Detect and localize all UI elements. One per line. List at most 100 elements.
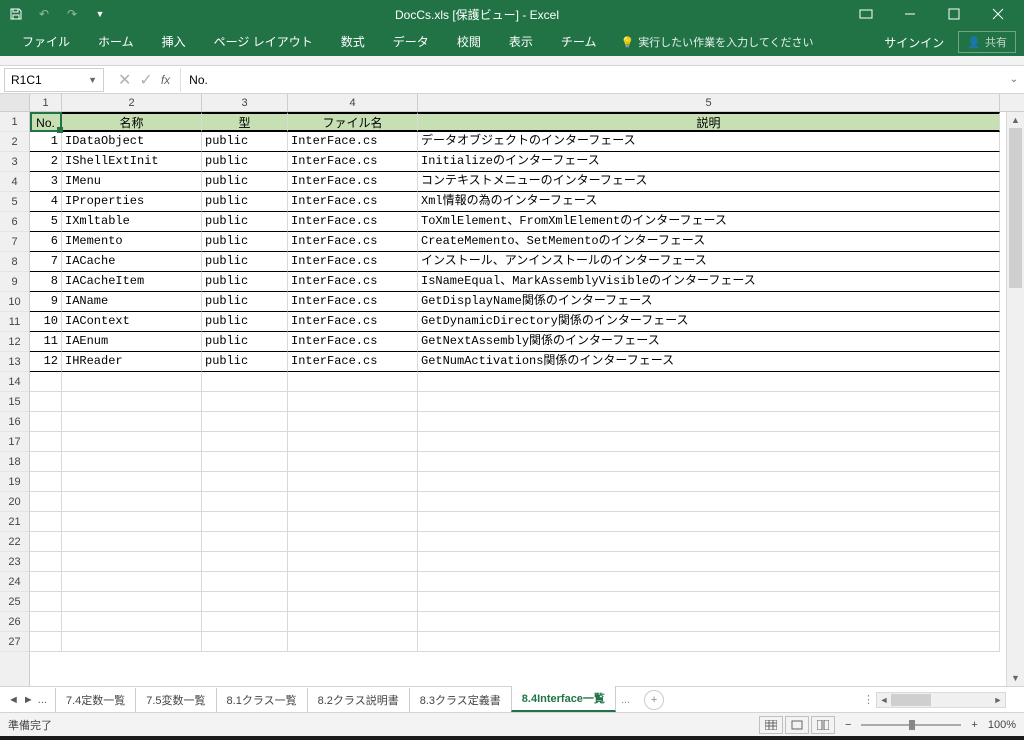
sheet-tab[interactable]: 8.2クラス説明書 xyxy=(307,688,410,712)
cell[interactable]: InterFace.cs xyxy=(288,272,418,292)
fx-icon[interactable]: fx xyxy=(161,73,170,87)
cell[interactable]: InterFace.cs xyxy=(288,252,418,272)
signin-link[interactable]: サインイン xyxy=(884,34,944,51)
row-header[interactable]: 27 xyxy=(0,632,29,652)
redo-icon[interactable]: ↷ xyxy=(64,6,80,22)
cell[interactable] xyxy=(202,372,288,392)
file-tab[interactable]: ファイル xyxy=(8,28,84,56)
cancel-icon[interactable]: ✕ xyxy=(118,70,131,90)
close-icon[interactable] xyxy=(978,0,1018,28)
cell[interactable] xyxy=(202,632,288,652)
cell[interactable]: 1 xyxy=(30,132,62,152)
row-header[interactable]: 13 xyxy=(0,352,29,372)
col-header[interactable]: 2 xyxy=(62,94,202,111)
add-sheet-button[interactable]: + xyxy=(644,690,664,710)
cell[interactable]: 8 xyxy=(30,272,62,292)
row-header[interactable]: 7 xyxy=(0,232,29,252)
cell[interactable]: IDataObject xyxy=(62,132,202,152)
page-break-view-icon[interactable] xyxy=(811,716,835,734)
ribbon-tab[interactable]: ページ レイアウト xyxy=(200,28,327,56)
cell[interactable]: コンテキストメニューのインターフェース xyxy=(418,172,1000,192)
cell[interactable]: public xyxy=(202,332,288,352)
cell[interactable] xyxy=(288,372,418,392)
horizontal-scrollbar[interactable]: ◄ ► xyxy=(876,692,1006,708)
cell[interactable] xyxy=(30,432,62,452)
cell[interactable] xyxy=(30,612,62,632)
ribbon-tab[interactable]: 表示 xyxy=(495,28,547,56)
row-header[interactable]: 24 xyxy=(0,572,29,592)
cell[interactable]: 9 xyxy=(30,292,62,312)
cell[interactable] xyxy=(288,452,418,472)
cell[interactable] xyxy=(418,572,1000,592)
cell[interactable] xyxy=(418,372,1000,392)
cell[interactable] xyxy=(30,632,62,652)
cell[interactable]: 3 xyxy=(30,172,62,192)
cell[interactable]: CreateMemento、SetMementoのインターフェース xyxy=(418,232,1000,252)
cell[interactable] xyxy=(418,632,1000,652)
sheet-tab[interactable]: 8.1クラス一覧 xyxy=(216,688,308,712)
row-header[interactable]: 21 xyxy=(0,512,29,532)
name-box[interactable]: R1C1 ▼ xyxy=(4,68,104,92)
cell[interactable] xyxy=(288,532,418,552)
cell[interactable] xyxy=(418,432,1000,452)
row-header[interactable]: 4 xyxy=(0,172,29,192)
cell[interactable]: IACache xyxy=(62,252,202,272)
cell[interactable]: IAEnum xyxy=(62,332,202,352)
cell[interactable] xyxy=(288,472,418,492)
zoom-level[interactable]: 100% xyxy=(988,719,1016,731)
cell[interactable]: public xyxy=(202,172,288,192)
scroll-thumb[interactable] xyxy=(1009,128,1022,288)
row-header[interactable]: 14 xyxy=(0,372,29,392)
cell[interactable]: InterFace.cs xyxy=(288,172,418,192)
cell[interactable] xyxy=(30,452,62,472)
cell[interactable]: インストール、アンインストールのインターフェース xyxy=(418,252,1000,272)
row-header[interactable]: 15 xyxy=(0,392,29,412)
cell[interactable]: IsNameEqual、MarkAssemblyVisibleのインターフェース xyxy=(418,272,1000,292)
cell[interactable] xyxy=(62,472,202,492)
cell[interactable]: 5 xyxy=(30,212,62,232)
cell[interactable]: public xyxy=(202,272,288,292)
cell[interactable]: InterFace.cs xyxy=(288,212,418,232)
cell[interactable]: public xyxy=(202,352,288,372)
cell[interactable]: InterFace.cs xyxy=(288,192,418,212)
cell[interactable] xyxy=(288,492,418,512)
sheet-tab[interactable]: 8.4Interface一覧 xyxy=(511,686,616,712)
row-header[interactable]: 9 xyxy=(0,272,29,292)
cell[interactable] xyxy=(30,492,62,512)
col-header[interactable]: 4 xyxy=(288,94,418,111)
zoom-in-icon[interactable]: + xyxy=(971,719,977,731)
cell[interactable]: InterFace.cs xyxy=(288,332,418,352)
cell[interactable] xyxy=(62,392,202,412)
enter-icon[interactable]: ✓ xyxy=(139,70,152,90)
cell[interactable]: データオブジェクトのインターフェース xyxy=(418,132,1000,152)
cell[interactable]: public xyxy=(202,232,288,252)
cell[interactable] xyxy=(30,592,62,612)
cell[interactable] xyxy=(202,492,288,512)
cell[interactable]: 名称 xyxy=(62,112,202,132)
zoom-slider[interactable] xyxy=(861,724,961,726)
cell[interactable] xyxy=(62,432,202,452)
cell[interactable] xyxy=(202,412,288,432)
row-header[interactable]: 20 xyxy=(0,492,29,512)
scroll-left-icon[interactable]: ◄ xyxy=(877,693,891,707)
cell[interactable] xyxy=(288,392,418,412)
sheet-more-right-icon[interactable]: ... xyxy=(615,694,636,706)
row-header[interactable]: 3 xyxy=(0,152,29,172)
row-header[interactable]: 8 xyxy=(0,252,29,272)
row-header[interactable]: 10 xyxy=(0,292,29,312)
ribbon-tab[interactable]: チーム xyxy=(547,28,611,56)
save-icon[interactable] xyxy=(8,6,24,22)
vertical-scrollbar[interactable]: ▲ ▼ xyxy=(1006,112,1024,686)
cell[interactable]: 12 xyxy=(30,352,62,372)
cell[interactable]: 型 xyxy=(202,112,288,132)
cell[interactable] xyxy=(62,512,202,532)
cell[interactable]: 4 xyxy=(30,192,62,212)
formula-expand-icon[interactable]: ⌄ xyxy=(1004,74,1024,85)
cell[interactable] xyxy=(418,392,1000,412)
cell[interactable]: GetNumActivations関係のインターフェース xyxy=(418,352,1000,372)
row-header[interactable]: 19 xyxy=(0,472,29,492)
sheet-first-icon[interactable]: ◄ xyxy=(8,694,19,706)
sheet-tab[interactable]: 8.3クラス定義書 xyxy=(409,688,512,712)
cell[interactable]: public xyxy=(202,132,288,152)
cell[interactable]: public xyxy=(202,212,288,232)
